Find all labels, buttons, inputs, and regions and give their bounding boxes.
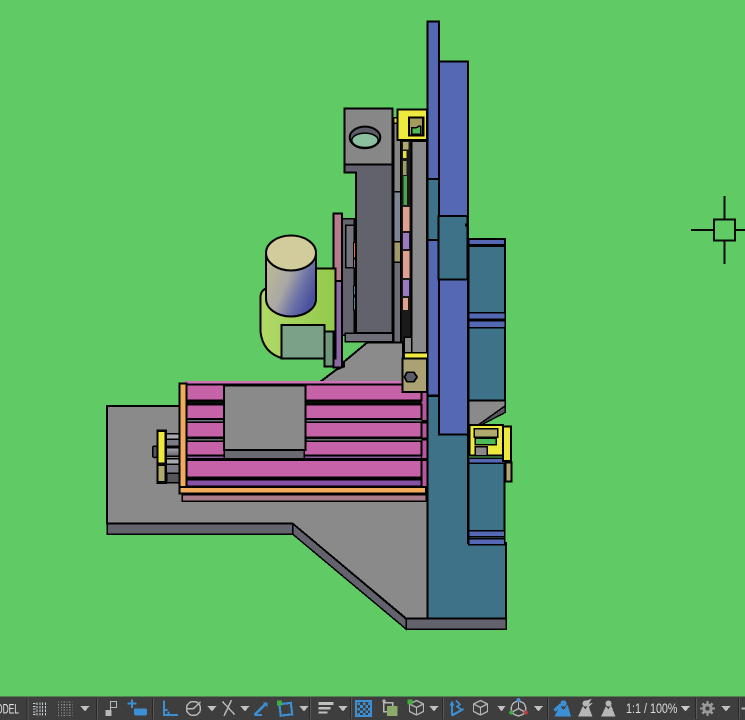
svg-text:1:1 / 100%: 1:1 / 100% xyxy=(626,701,678,716)
svg-text:ODEL: ODEL xyxy=(0,701,19,717)
